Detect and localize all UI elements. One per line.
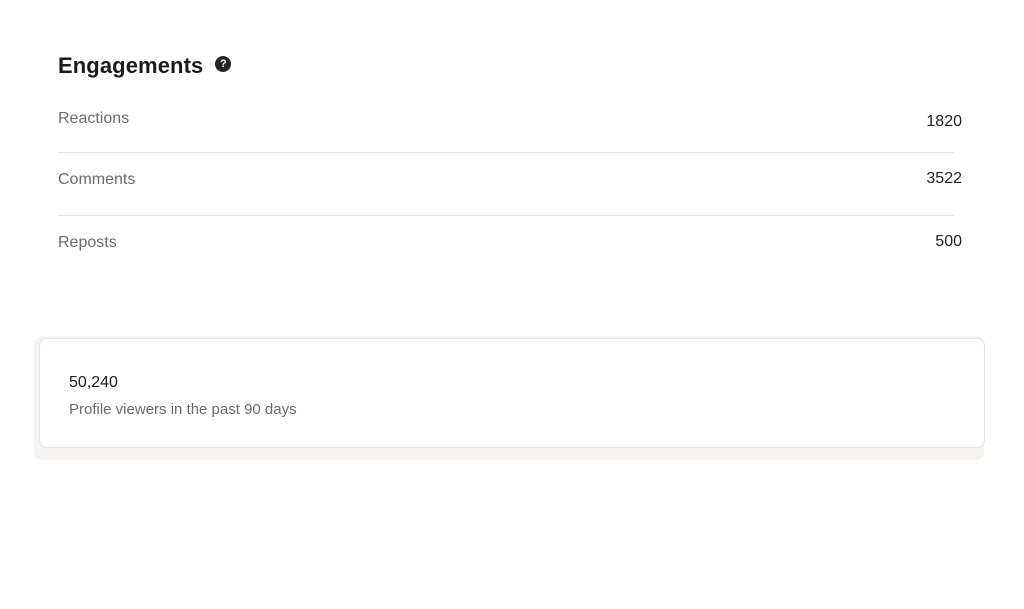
question-circle-icon[interactable]: ? [215,56,232,72]
profile-viewers-caption: Profile viewers in the past 90 days [69,401,297,418]
metric-list: Reactions 1820 Comments 3522 Reposts 500 [58,82,962,278]
metric-label: Reactions [58,110,130,127]
engagements-section: Engagements ? Reactions 1820 Comments 35… [58,50,962,278]
profile-viewers-count: 50,240 [69,374,118,391]
section-header: Engagements ? [58,50,962,82]
metric-row-comments: Comments 3522 [58,153,962,216]
metric-value: 3522 [926,170,962,187]
metric-row-reactions: Reactions 1820 [58,82,962,153]
metric-value: 1820 [926,113,962,130]
metric-value: 500 [935,233,962,250]
section-title: Engagements [58,53,204,78]
profile-viewers-card[interactable]: 50,240 Profile viewers in the past 90 da… [39,338,985,448]
metric-row-reposts: Reposts 500 [58,216,962,278]
metric-label: Comments [58,171,136,188]
metric-label: Reposts [58,234,117,251]
